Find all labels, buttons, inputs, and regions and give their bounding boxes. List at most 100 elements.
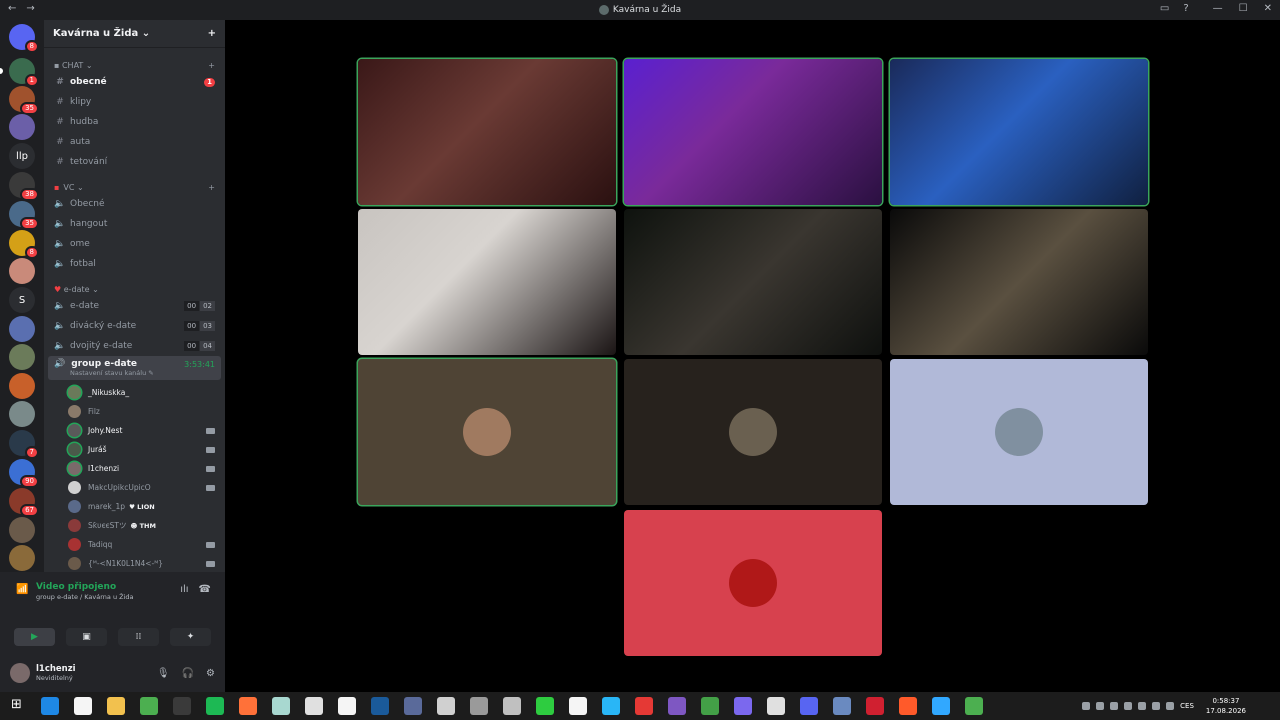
taskbar-app-icon[interactable] xyxy=(766,697,785,715)
taskbar-app-icon[interactable] xyxy=(73,697,92,715)
server-icon[interactable] xyxy=(9,373,35,399)
voice-member[interactable]: marek_1p ♥ LION xyxy=(44,497,225,516)
server-icon[interactable]: S xyxy=(9,287,35,313)
disconnect-icon[interactable]: ☎ xyxy=(199,584,211,595)
server-icon[interactable]: 38 xyxy=(9,172,39,201)
taskbar-app-icon[interactable] xyxy=(601,697,620,715)
taskbar-app-icon[interactable] xyxy=(931,697,950,715)
voice-channel[interactable]: 🔈 fotbal xyxy=(48,254,221,274)
taskbar-app-icon[interactable] xyxy=(304,697,323,715)
server-icon[interactable]: llp xyxy=(9,143,35,169)
server-icon[interactable] xyxy=(9,344,35,370)
minimize-button[interactable]: — xyxy=(1213,3,1223,14)
tray-icon[interactable] xyxy=(1152,702,1161,710)
video-tile[interactable] xyxy=(624,59,882,205)
voice-channel[interactable]: 🔈 e-date 00 02 xyxy=(48,296,221,316)
noise-suppression-icon[interactable]: ılı xyxy=(180,584,188,595)
headphones-icon[interactable]: 🎧 xyxy=(182,668,194,679)
voice-member[interactable]: Johy.Nest xyxy=(44,421,225,440)
add-channel-icon[interactable]: + xyxy=(208,183,215,192)
taskbar-app-icon[interactable] xyxy=(139,697,158,715)
tray-icon[interactable] xyxy=(1110,702,1119,710)
screen-share-button[interactable]: ▣ xyxy=(66,628,107,646)
voice-member[interactable]: Filz xyxy=(44,402,225,421)
video-tile[interactable] xyxy=(890,209,1148,355)
invite-icon[interactable]: + xyxy=(208,28,216,39)
voice-channel[interactable]: 🔈 dvojitý e-date 00 04 xyxy=(48,336,221,356)
taskbar-app-icon[interactable] xyxy=(667,697,686,715)
back-arrow-icon[interactable]: ← xyxy=(8,3,16,14)
taskbar-app-icon[interactable] xyxy=(436,697,455,715)
tray-icon[interactable] xyxy=(1096,702,1105,710)
taskbar-app-icon[interactable] xyxy=(205,697,224,715)
voice-channel[interactable]: 🔈 Obecné xyxy=(48,194,221,214)
taskbar-app-icon[interactable] xyxy=(403,697,422,715)
signal-icon[interactable]: 📶 xyxy=(16,584,28,595)
category-vc[interactable]: ▪ VC ⌄ + xyxy=(44,180,225,194)
tray-icon[interactable] xyxy=(1124,702,1133,710)
voice-member[interactable]: MakcUpikcUpicO xyxy=(44,478,225,497)
taskbar-app-icon[interactable] xyxy=(469,697,488,715)
video-tile[interactable] xyxy=(358,59,616,205)
help-icon[interactable]: ? xyxy=(1183,3,1188,14)
voice-member[interactable]: ЅƙυєєЅТツ ☻ THM xyxy=(44,516,225,535)
voice-status[interactable]: Video připojeno xyxy=(36,582,116,592)
tray-icon[interactable] xyxy=(1166,702,1175,710)
clock[interactable]: 0:58:37 17.08.2026 xyxy=(1206,696,1246,716)
video-tile[interactable] xyxy=(624,209,882,355)
server-icon[interactable]: 90 xyxy=(9,459,39,488)
channel-auta[interactable]: # auta xyxy=(48,132,221,152)
voice-member[interactable]: Juráš xyxy=(44,440,225,459)
taskbar-app-icon[interactable] xyxy=(634,697,653,715)
taskbar-app-icon[interactable] xyxy=(964,697,983,715)
server-icon[interactable] xyxy=(9,114,35,140)
language-indicator[interactable]: CES xyxy=(1180,702,1194,710)
taskbar-app-icon[interactable] xyxy=(832,697,851,715)
taskbar-app-icon[interactable] xyxy=(172,697,191,715)
server-icon[interactable] xyxy=(9,401,35,427)
voice-member[interactable]: {ᴹ-<N1K0L1N4<-ᴹ} xyxy=(44,554,225,573)
voice-member[interactable]: _Nikuskka_ xyxy=(44,383,225,402)
active-voice-channel[interactable]: 🔊 group e-date 3:53:41 Nastavení stavu k… xyxy=(48,356,221,380)
tray-icon[interactable] xyxy=(1138,702,1147,710)
mic-icon[interactable]: 🎙 xyxy=(157,668,170,679)
camera-button[interactable]: ▶ xyxy=(14,628,55,646)
server-icon[interactable] xyxy=(9,258,35,284)
windows-start-icon[interactable]: ⊞ xyxy=(8,697,26,715)
avatar[interactable] xyxy=(10,663,30,683)
channel-status-setting[interactable]: Nastavení stavu kanálu ✎ xyxy=(70,369,215,377)
channel-hudba[interactable]: # hudba xyxy=(48,112,221,132)
avatar-tile[interactable] xyxy=(358,359,616,505)
category-edate[interactable]: ♥ e-date ⌄ xyxy=(44,282,225,296)
taskbar-app-icon[interactable] xyxy=(106,697,125,715)
soundboard-button[interactable]: ✦ xyxy=(170,628,211,646)
voice-channel[interactable]: 🔈 hangout xyxy=(48,214,221,234)
server-icon[interactable]: 67 xyxy=(9,488,39,517)
voice-member[interactable]: l1chenzi xyxy=(44,459,225,478)
category-chat[interactable]: ▪ CHAT ⌄ + xyxy=(44,58,225,72)
channel-klipy[interactable]: # klipy xyxy=(48,92,221,112)
taskbar-app-icon[interactable] xyxy=(733,697,752,715)
channel-obecné[interactable]: # obecné 1 xyxy=(48,72,221,92)
channel-tetování[interactable]: # tetování xyxy=(48,152,221,172)
taskbar-app-icon[interactable] xyxy=(535,697,554,715)
server-icon[interactable]: 8 xyxy=(9,24,39,53)
settings-gear-icon[interactable]: ⚙ xyxy=(206,668,215,679)
taskbar-app-icon[interactable] xyxy=(370,697,389,715)
inbox-icon[interactable]: ▭ xyxy=(1160,3,1169,14)
taskbar-app-icon[interactable] xyxy=(865,697,884,715)
server-icon[interactable]: 7 xyxy=(9,430,39,459)
taskbar-app-icon[interactable] xyxy=(700,697,719,715)
maximize-button[interactable]: ☐ xyxy=(1239,3,1248,14)
add-channel-icon[interactable]: + xyxy=(208,61,215,70)
taskbar-app-icon[interactable] xyxy=(502,697,521,715)
server-icon[interactable]: 35 xyxy=(9,201,39,230)
video-tile[interactable] xyxy=(358,209,616,355)
video-tile[interactable] xyxy=(890,59,1148,205)
server-icon[interactable] xyxy=(9,517,35,543)
activities-button[interactable]: ⁞⁞ xyxy=(118,628,159,646)
voice-member[interactable]: Tadiqq xyxy=(44,535,225,554)
taskbar-app-icon[interactable] xyxy=(898,697,917,715)
voice-channel[interactable]: 🔈 ome xyxy=(48,234,221,254)
close-button[interactable]: ✕ xyxy=(1264,3,1272,14)
